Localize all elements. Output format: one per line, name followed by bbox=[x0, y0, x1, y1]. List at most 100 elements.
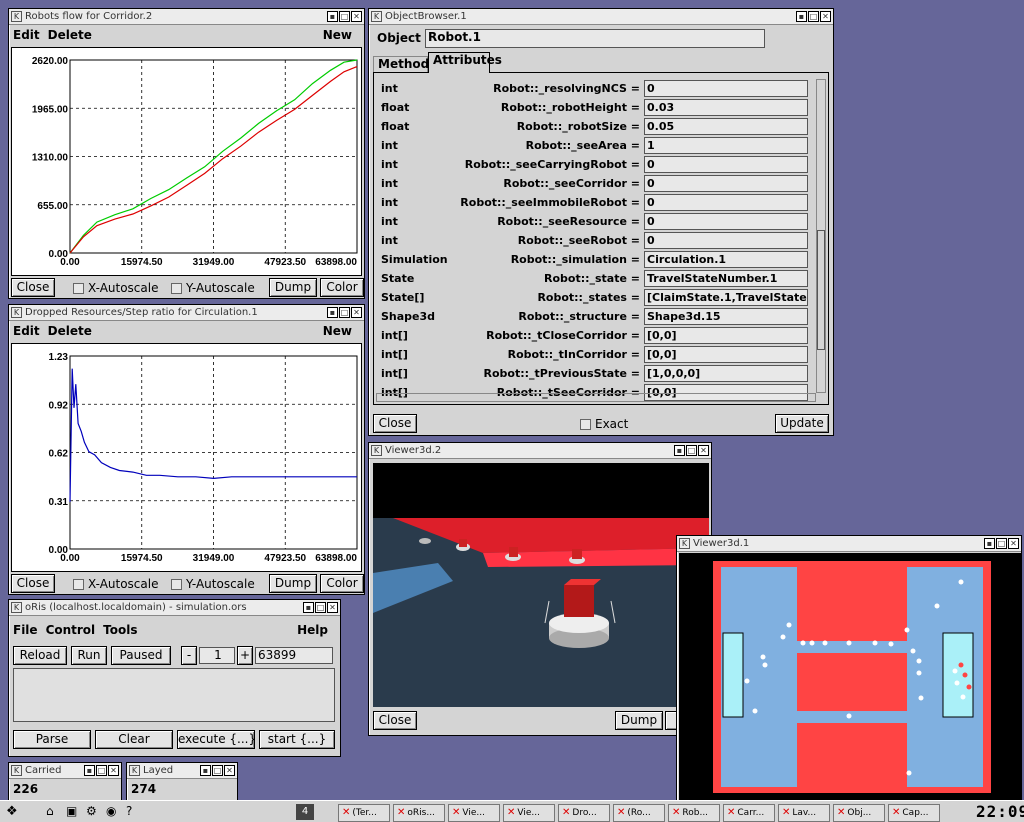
menu-file[interactable]: File bbox=[13, 623, 38, 637]
parse-button[interactable]: Parse bbox=[13, 730, 91, 749]
maximize-icon[interactable]: □ bbox=[212, 765, 223, 776]
close-icon[interactable]: ✕ bbox=[351, 11, 362, 22]
close-button[interactable]: Close bbox=[11, 278, 55, 297]
maximize-icon[interactable]: □ bbox=[339, 307, 350, 318]
attribute-value-field[interactable]: 0 bbox=[644, 80, 808, 97]
close-icon[interactable]: ✕ bbox=[327, 602, 338, 613]
help-icon[interactable]: ? bbox=[126, 804, 132, 818]
menu-edit[interactable]: Edit bbox=[13, 28, 40, 42]
vertical-scrollbar[interactable] bbox=[816, 79, 826, 393]
color-button[interactable]: Color bbox=[320, 278, 364, 297]
kde-icon[interactable]: K bbox=[371, 445, 382, 456]
dump-button[interactable]: Dump bbox=[269, 278, 317, 297]
app-launcher-icon[interactable]: ❖ bbox=[6, 804, 18, 819]
pager-desktop-4[interactable]: 4 bbox=[296, 804, 314, 820]
title-bar[interactable]: K oRis (localhost.localdomain) - simulat… bbox=[9, 600, 340, 616]
maximize-icon[interactable]: □ bbox=[315, 602, 326, 613]
step-plus-button[interactable]: + bbox=[237, 646, 253, 665]
minimize-icon[interactable]: ▪ bbox=[303, 602, 314, 613]
menu-control[interactable]: Control bbox=[46, 623, 96, 637]
taskbar-task[interactable]: ✕ Cap... bbox=[888, 804, 940, 822]
kde-icon[interactable]: K bbox=[11, 602, 22, 613]
maximize-icon[interactable]: □ bbox=[96, 765, 107, 776]
title-bar[interactable]: K Carried ▪ □ ✕ bbox=[9, 763, 121, 779]
x-autoscale-checkbox[interactable]: X-Autoscale bbox=[73, 281, 158, 295]
attribute-value-field[interactable]: [0,0] bbox=[644, 327, 808, 344]
close-button[interactable]: Close bbox=[373, 414, 417, 433]
maximize-icon[interactable]: □ bbox=[996, 538, 1007, 549]
kde-icon[interactable]: K bbox=[11, 11, 22, 22]
maximize-icon[interactable]: □ bbox=[339, 11, 350, 22]
home-icon[interactable]: ⌂ bbox=[46, 804, 54, 818]
kde-icon[interactable]: K bbox=[679, 538, 690, 549]
taskbar-task[interactable]: ✕ Rob... bbox=[668, 804, 720, 822]
reload-button[interactable]: Reload bbox=[13, 646, 67, 665]
tab-methods[interactable]: Methods bbox=[373, 56, 436, 73]
minimize-icon[interactable]: ▪ bbox=[984, 538, 995, 549]
taskbar-task[interactable]: ✕ Lav... bbox=[778, 804, 830, 822]
kde-icon[interactable]: K bbox=[371, 11, 382, 22]
attribute-value-field[interactable]: 0 bbox=[644, 194, 808, 211]
taskbar-task[interactable]: ✕ Carr... bbox=[723, 804, 775, 822]
close-icon[interactable]: ✕ bbox=[820, 11, 831, 22]
menu-delete[interactable]: Delete bbox=[48, 324, 92, 338]
terminal-icon[interactable]: ▣ bbox=[66, 804, 77, 818]
title-bar[interactable]: K Dropped Resources/Step ratio for Circu… bbox=[9, 305, 364, 321]
close-button[interactable]: Close bbox=[373, 711, 417, 730]
attribute-value-field[interactable]: [ClaimState.1,TravelStateNumb bbox=[644, 289, 808, 306]
menu-new[interactable]: New bbox=[323, 324, 352, 338]
taskbar-task[interactable]: ✕ Vie... bbox=[503, 804, 555, 822]
taskbar-task[interactable]: ✕ Obj... bbox=[833, 804, 885, 822]
menu-tools[interactable]: Tools bbox=[103, 623, 137, 637]
taskbar-task[interactable]: ✕ (Ro... bbox=[613, 804, 665, 822]
top-down-map-view[interactable] bbox=[679, 553, 1021, 805]
clear-button[interactable]: Clear bbox=[95, 730, 173, 749]
minimize-icon[interactable]: ▪ bbox=[84, 765, 95, 776]
tab-attributes[interactable]: Attributes bbox=[428, 52, 502, 73]
maximize-icon[interactable]: □ bbox=[808, 11, 819, 22]
dump-button[interactable]: Dump bbox=[269, 574, 317, 593]
taskbar-task[interactable]: ✕ (Ter... bbox=[338, 804, 390, 822]
paused-toggle[interactable]: Paused bbox=[111, 646, 171, 665]
close-icon[interactable]: ✕ bbox=[108, 765, 119, 776]
close-button[interactable]: Close bbox=[11, 574, 55, 593]
taskbar-task[interactable]: ✕ oRis... bbox=[393, 804, 445, 822]
attribute-value-field[interactable]: Shape3d.15 bbox=[644, 308, 808, 325]
settings-icon[interactable]: ⚙ bbox=[86, 804, 97, 818]
attribute-value-field[interactable]: [1,0,0,0] bbox=[644, 365, 808, 382]
title-bar[interactable]: K Robots flow for Corridor.2 ▪ □ ✕ bbox=[9, 9, 364, 25]
maximize-icon[interactable]: □ bbox=[686, 445, 697, 456]
minimize-icon[interactable]: ▪ bbox=[327, 11, 338, 22]
run-button[interactable]: Run bbox=[71, 646, 107, 665]
browser-icon[interactable]: ◉ bbox=[106, 804, 116, 818]
menu-help[interactable]: Help bbox=[297, 623, 328, 637]
kde-icon[interactable]: K bbox=[11, 765, 22, 776]
step-minus-button[interactable]: - bbox=[181, 646, 197, 665]
attribute-value-field[interactable]: Circulation.1 bbox=[644, 251, 808, 268]
horizontal-scrollbar[interactable] bbox=[376, 393, 816, 402]
minimize-icon[interactable]: ▪ bbox=[200, 765, 211, 776]
attribute-value-field[interactable]: 0 bbox=[644, 213, 808, 230]
scrollbar-thumb[interactable] bbox=[817, 230, 825, 350]
attribute-value-field[interactable]: 0 bbox=[644, 232, 808, 249]
attribute-value-field[interactable]: [0,0] bbox=[644, 346, 808, 363]
x-autoscale-checkbox[interactable]: X-Autoscale bbox=[73, 577, 158, 591]
title-bar[interactable]: K ObjectBrowser.1 ▪ □ ✕ bbox=[369, 9, 833, 25]
minimize-icon[interactable]: ▪ bbox=[327, 307, 338, 318]
title-bar[interactable]: K Layed ▪ □ ✕ bbox=[127, 763, 237, 779]
minimize-icon[interactable]: ▪ bbox=[796, 11, 807, 22]
menu-new[interactable]: New bbox=[323, 28, 352, 42]
close-icon[interactable]: ✕ bbox=[1008, 538, 1019, 549]
close-icon[interactable]: ✕ bbox=[698, 445, 709, 456]
title-bar[interactable]: K Viewer3d.2 ▪ □ ✕ bbox=[369, 443, 711, 459]
attribute-value-field[interactable]: TravelStateNumber.1 bbox=[644, 270, 808, 287]
execute-button[interactable]: execute {...} bbox=[177, 730, 255, 749]
color-button[interactable]: Color bbox=[320, 574, 364, 593]
close-icon[interactable]: ✕ bbox=[224, 765, 235, 776]
y-autoscale-checkbox[interactable]: Y-Autoscale bbox=[171, 577, 255, 591]
console-output[interactable] bbox=[13, 668, 335, 722]
y-autoscale-checkbox[interactable]: Y-Autoscale bbox=[171, 281, 255, 295]
3d-scene-view[interactable] bbox=[373, 463, 709, 707]
attribute-value-field[interactable]: 0 bbox=[644, 156, 808, 173]
attribute-value-field[interactable]: 0.03 bbox=[644, 99, 808, 116]
